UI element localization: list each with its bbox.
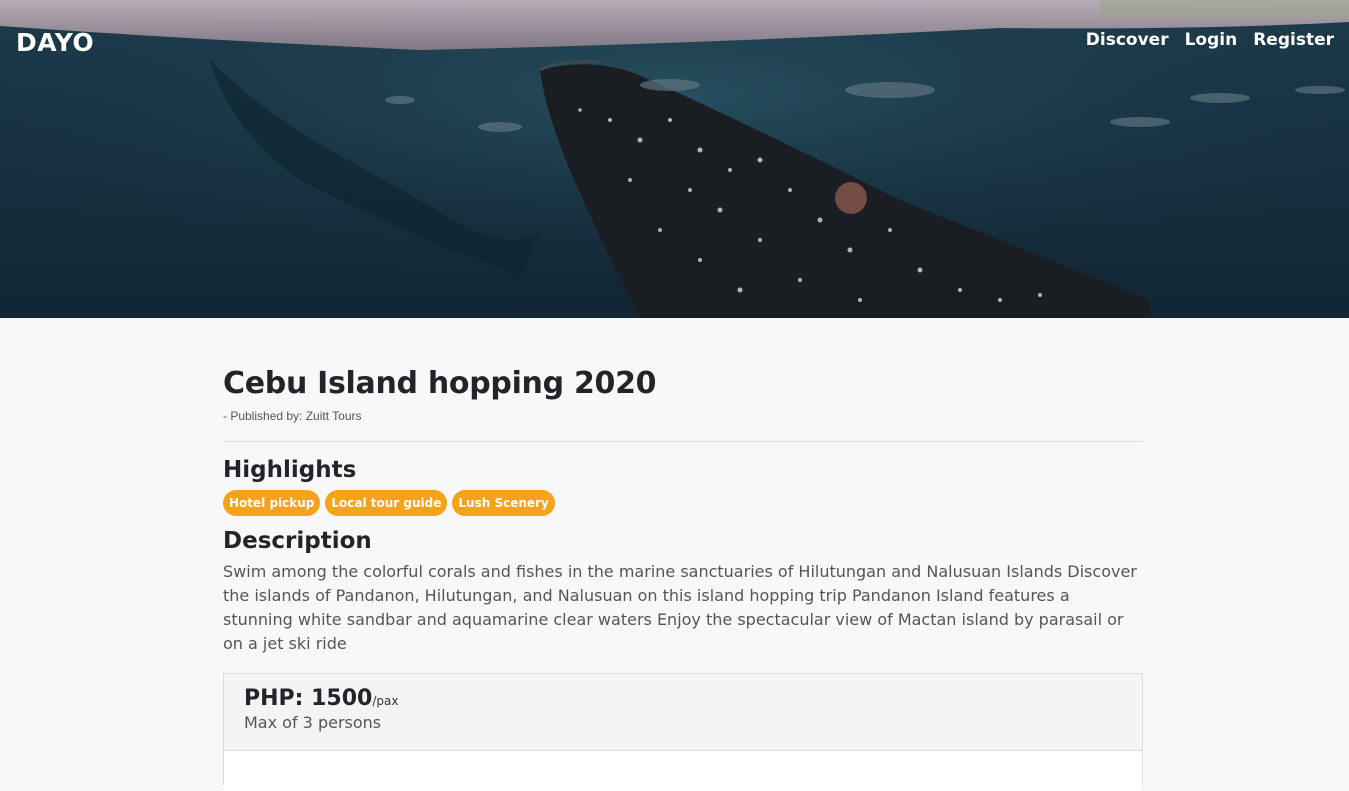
- price-amount: PHP: 1500: [244, 686, 373, 711]
- highlight-badge: Hotel pickup: [223, 490, 321, 516]
- price-card: PHP: 1500/pax Max of 3 persons: [223, 673, 1143, 791]
- price-unit: /pax: [372, 694, 399, 708]
- tour-details: Cebu Island hopping 2020 - Published by:…: [223, 318, 1143, 791]
- highlights-heading: Highlights: [223, 457, 357, 483]
- nav-discover-link[interactable]: Discover: [1078, 30, 1177, 50]
- highlights-list: Hotel pickup Local tour guide Lush Scene…: [223, 490, 1143, 516]
- description-text: Swim among the colorful corals and fishe…: [223, 562, 1137, 653]
- highlight-badge: Lush Scenery: [452, 490, 555, 516]
- price: PHP: 1500/pax: [244, 686, 1122, 711]
- navbar: DAYO Discover Login Register: [0, 0, 1349, 80]
- nav-links: Discover Login Register: [1078, 30, 1342, 50]
- nav-register-link[interactable]: Register: [1245, 30, 1342, 50]
- capacity-text: Max of 3 persons: [244, 713, 382, 732]
- highlight-badge: Local tour guide: [325, 490, 448, 516]
- hero-banner: DAYO Discover Login Register: [0, 0, 1349, 318]
- publisher-text: - Published by: Zuitt Tours: [223, 409, 362, 423]
- price-card-header: PHP: 1500/pax Max of 3 persons: [224, 674, 1142, 750]
- description-heading: Description: [223, 528, 372, 554]
- nav-login-link[interactable]: Login: [1177, 30, 1246, 50]
- brand-logo[interactable]: DAYO: [16, 28, 94, 57]
- tour-title: Cebu Island hopping 2020: [223, 366, 657, 401]
